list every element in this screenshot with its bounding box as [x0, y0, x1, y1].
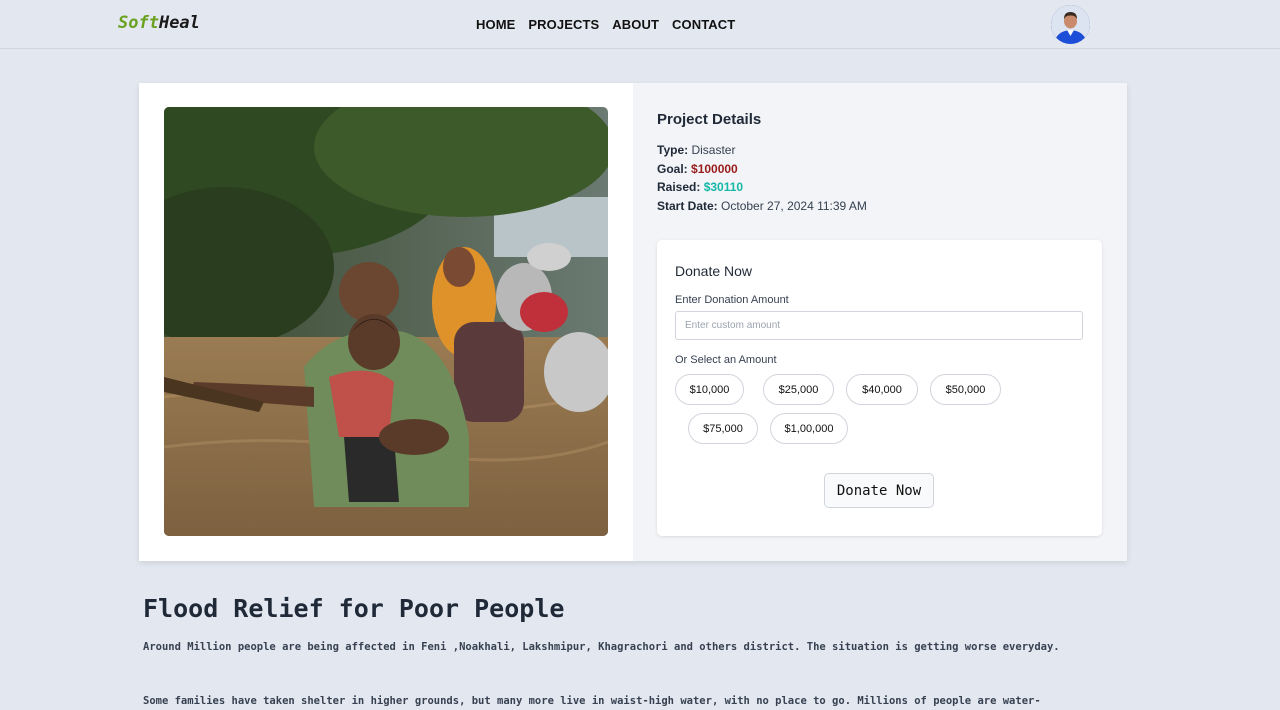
project-goal-row: Goal: $100000: [657, 162, 738, 176]
user-avatar-icon[interactable]: [1051, 5, 1090, 44]
amount-chip-50000[interactable]: $50,000: [930, 374, 1001, 405]
article-paragraph-2: Some families have taken shelter in high…: [143, 695, 1041, 707]
amount-chip-75000[interactable]: $75,000: [688, 413, 758, 444]
amount-chip-25000[interactable]: $25,000: [763, 374, 834, 405]
goal-label: Goal:: [657, 162, 688, 176]
project-raised-row: Raised: $30110: [657, 180, 743, 194]
type-value: Disaster: [691, 143, 736, 157]
main-nav: HOME PROJECTS ABOUT CONTACT: [476, 17, 735, 32]
flood-photo: [164, 107, 608, 536]
donation-amount-label: Enter Donation Amount: [675, 294, 789, 306]
nav-link-projects[interactable]: PROJECTS: [528, 17, 599, 32]
article-title: Flood Relief for Poor People: [143, 594, 565, 623]
type-label: Type:: [657, 143, 689, 157]
brand-logo[interactable]: SoftHeal: [118, 13, 200, 33]
raised-label: Raised:: [657, 180, 701, 194]
start-date-value: October 27, 2024 11:39 AM: [721, 199, 867, 213]
goal-value: $100000: [691, 162, 738, 176]
donate-form-title: Donate Now: [675, 263, 753, 279]
nav-link-contact[interactable]: CONTACT: [672, 17, 735, 32]
project-details-title: Project Details: [657, 111, 762, 128]
custom-amount-input[interactable]: [675, 311, 1083, 340]
project-type-row: Type: Disaster: [657, 143, 735, 157]
logo-part-soft: Soft: [118, 13, 159, 33]
logo-part-heal: Heal: [158, 13, 200, 33]
amount-chip-100000[interactable]: $1,00,000: [770, 413, 848, 444]
nav-link-home[interactable]: HOME: [476, 17, 515, 32]
nav-link-about[interactable]: ABOUT: [612, 17, 659, 32]
select-amount-label: Or Select an Amount: [675, 354, 777, 366]
amount-chip-40000[interactable]: $40,000: [846, 374, 918, 405]
amount-chip-10000[interactable]: $10,000: [675, 374, 744, 405]
start-date-label: Start Date:: [657, 199, 718, 213]
donate-form: Donate Now Enter Donation Amount Or Sele…: [657, 240, 1102, 536]
project-details-panel: Project Details Type: Disaster Goal: $10…: [633, 83, 1127, 561]
donate-now-button[interactable]: Donate Now: [824, 473, 934, 508]
raised-value: $30110: [703, 180, 744, 194]
project-card: Project Details Type: Disaster Goal: $10…: [139, 83, 1127, 561]
article-paragraph-1: Around Million people are being affected…: [143, 641, 1060, 653]
top-navbar: SoftHeal HOME PROJECTS ABOUT CONTACT: [0, 0, 1280, 49]
project-start-date-row: Start Date: October 27, 2024 11:39 AM: [657, 199, 867, 213]
